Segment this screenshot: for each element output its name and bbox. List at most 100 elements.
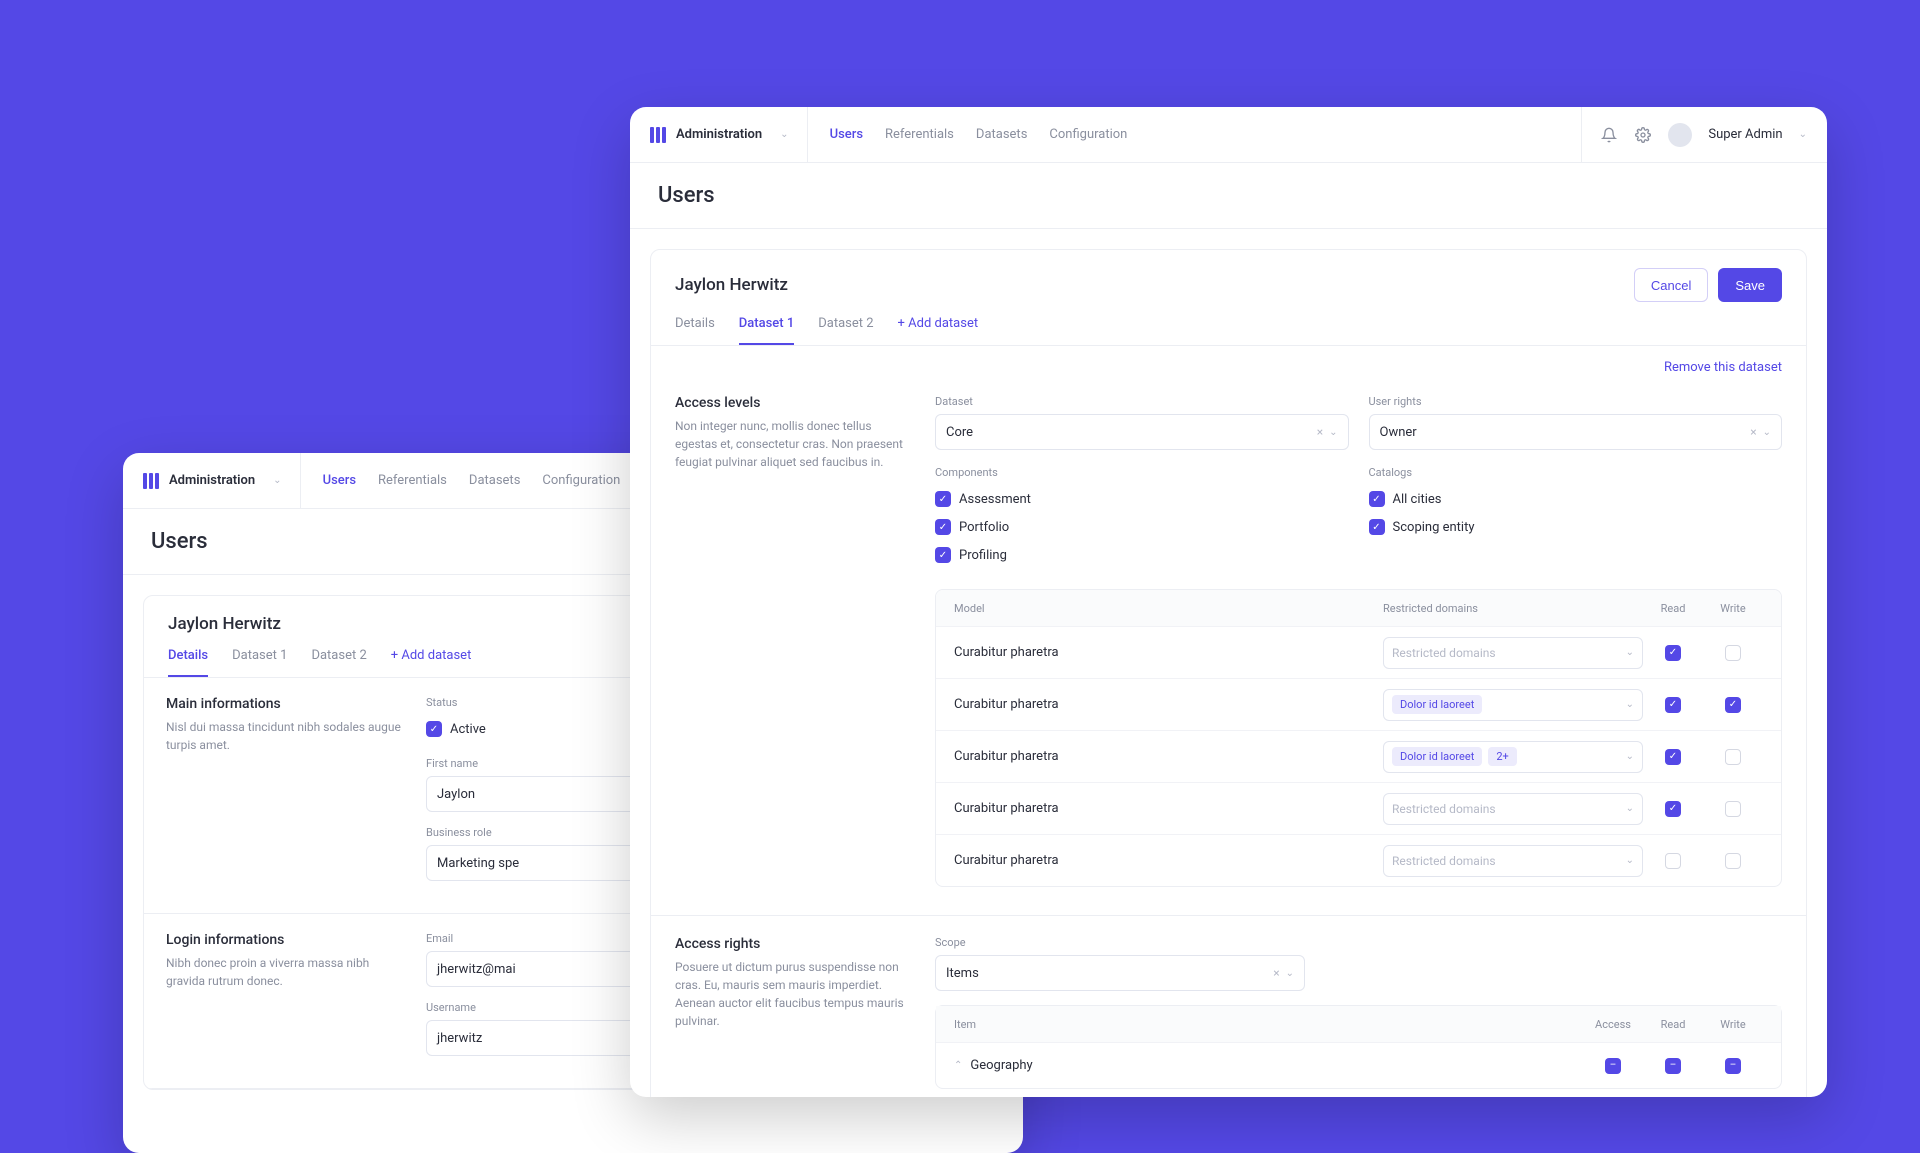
nav-configuration[interactable]: Configuration bbox=[542, 473, 620, 488]
section-desc: Non integer nunc, mollis donec tellus eg… bbox=[675, 417, 911, 471]
placeholder: Restricted domains bbox=[1392, 646, 1496, 660]
tabs: Details Dataset 1 Dataset 2 + Add datase… bbox=[651, 302, 1806, 346]
placeholder: Restricted domains bbox=[1392, 802, 1496, 816]
check-icon: ✓ bbox=[935, 547, 951, 563]
read-check[interactable]: ✓ bbox=[1665, 853, 1681, 869]
read-check[interactable]: ✓ bbox=[1665, 801, 1681, 817]
expand-icon[interactable]: ⌃ bbox=[954, 1060, 962, 1071]
chevron-down-icon: ⌄ bbox=[1626, 855, 1634, 866]
write-check[interactable]: ✓ bbox=[1725, 749, 1741, 765]
component-check[interactable]: ✓Portfolio bbox=[935, 513, 1349, 541]
th-read: Read bbox=[1643, 1018, 1703, 1031]
write-check[interactable]: – bbox=[1725, 1058, 1741, 1074]
chevron-down-icon: ⌄ bbox=[780, 129, 788, 140]
rights-select[interactable]: Owner × ⌄ bbox=[1369, 414, 1783, 450]
tab-add[interactable]: + Add dataset bbox=[898, 316, 979, 345]
save-button[interactable]: Save bbox=[1718, 268, 1782, 302]
dataset-value: Core bbox=[946, 425, 973, 440]
bell-icon[interactable] bbox=[1600, 126, 1618, 144]
card-title: Jaylon Herwitz bbox=[675, 275, 788, 295]
read-check[interactable]: ✓ bbox=[1665, 645, 1681, 661]
cancel-button[interactable]: Cancel bbox=[1634, 268, 1708, 302]
tab-dataset1[interactable]: Dataset 1 bbox=[232, 648, 287, 677]
tab-dataset2[interactable]: Dataset 2 bbox=[818, 316, 873, 345]
section-title: Login informations bbox=[166, 932, 406, 948]
check-icon: ✓ bbox=[426, 721, 442, 737]
brand[interactable]: Administration ⌄ bbox=[650, 107, 808, 162]
logo-icon bbox=[650, 127, 666, 143]
clear-icon[interactable]: × bbox=[1267, 966, 1285, 980]
tab-dataset2[interactable]: Dataset 2 bbox=[311, 648, 366, 677]
nav-users[interactable]: Users bbox=[830, 127, 863, 142]
tab-dataset1[interactable]: Dataset 1 bbox=[739, 316, 794, 345]
write-check[interactable]: ✓ bbox=[1725, 801, 1741, 817]
access-check[interactable]: – bbox=[1605, 1058, 1621, 1074]
restricted-domains-input[interactable]: Dolor id laoreet ⌄ bbox=[1383, 689, 1643, 721]
rights-label: User rights bbox=[1369, 395, 1783, 408]
tab-details[interactable]: Details bbox=[675, 316, 715, 345]
dataset-select[interactable]: Core × ⌄ bbox=[935, 414, 1349, 450]
catalog-check[interactable]: ✓Scoping entity bbox=[1369, 513, 1783, 541]
table-row: Curabitur pharetraRestricted domains⌄✓✓ bbox=[936, 834, 1781, 886]
avatar[interactable] bbox=[1668, 123, 1692, 147]
tab-add[interactable]: + Add dataset bbox=[391, 648, 472, 677]
window-dataset: Administration ⌄ Users Referentials Data… bbox=[630, 107, 1827, 1097]
brand-label: Administration bbox=[676, 127, 762, 142]
domain-tag[interactable]: 2+ bbox=[1488, 747, 1516, 766]
clear-icon[interactable]: × bbox=[1311, 425, 1329, 439]
chevron-down-icon: ⌄ bbox=[1626, 699, 1634, 710]
tab-details[interactable]: Details bbox=[168, 648, 208, 677]
remove-dataset-link[interactable]: Remove this dataset bbox=[1664, 360, 1782, 375]
th-read: Read bbox=[1643, 602, 1703, 615]
chevron-down-icon: ⌄ bbox=[1626, 647, 1634, 658]
clear-icon[interactable]: × bbox=[1744, 425, 1762, 439]
check-icon: ✓ bbox=[935, 491, 951, 507]
access-rights-section: Access rights Posuere ut dictum purus su… bbox=[651, 916, 1806, 1097]
brand[interactable]: Administration ⌄ bbox=[143, 453, 301, 508]
scope-label: Scope bbox=[935, 936, 1305, 949]
restricted-domains-input[interactable]: Restricted domains⌄ bbox=[1383, 793, 1643, 825]
nav-datasets[interactable]: Datasets bbox=[976, 127, 1028, 142]
section-desc: Posuere ut dictum purus suspendisse non … bbox=[675, 958, 911, 1030]
scope-select[interactable]: Items × ⌄ bbox=[935, 955, 1305, 991]
write-check[interactable]: ✓ bbox=[1725, 645, 1741, 661]
item-table: Item Access Read Write ⌃ Geography – – – bbox=[935, 1005, 1782, 1089]
component-check[interactable]: ✓Profiling bbox=[935, 541, 1349, 569]
nav-referentials[interactable]: Referentials bbox=[885, 127, 954, 142]
check-icon: ✓ bbox=[1369, 491, 1385, 507]
chevron-down-icon: ⌄ bbox=[1763, 427, 1771, 438]
nav-configuration[interactable]: Configuration bbox=[1049, 127, 1127, 142]
chevron-down-icon: ⌄ bbox=[1286, 968, 1294, 979]
section-desc: Nisl dui massa tincidunt nibh sodales au… bbox=[166, 718, 406, 754]
chevron-down-icon[interactable]: ⌄ bbox=[1799, 129, 1807, 140]
write-check[interactable]: ✓ bbox=[1725, 697, 1741, 713]
domain-tag[interactable]: Dolor id laoreet bbox=[1392, 747, 1482, 766]
write-check[interactable]: ✓ bbox=[1725, 853, 1741, 869]
model-cell: Curabitur pharetra bbox=[954, 749, 1383, 764]
remove-row: Remove this dataset bbox=[651, 346, 1806, 375]
th-access: Access bbox=[1583, 1018, 1643, 1031]
gear-icon[interactable] bbox=[1634, 126, 1652, 144]
restricted-domains-input[interactable]: Restricted domains⌄ bbox=[1383, 845, 1643, 877]
catalog-check[interactable]: ✓All cities bbox=[1369, 485, 1783, 513]
th-write: Write bbox=[1703, 1018, 1763, 1031]
model-cell: Curabitur pharetra bbox=[954, 645, 1383, 660]
nav-users[interactable]: Users bbox=[323, 473, 356, 488]
table-row: Curabitur pharetraDolor id laoreet⌄✓✓ bbox=[936, 678, 1781, 730]
nav-datasets[interactable]: Datasets bbox=[469, 473, 521, 488]
restricted-domains-input[interactable]: Restricted domains ⌄ bbox=[1383, 637, 1643, 669]
table-header: Model Restricted domains Read Write bbox=[936, 590, 1781, 626]
rights-value: Owner bbox=[1380, 425, 1417, 440]
component-check[interactable]: ✓Assessment bbox=[935, 485, 1349, 513]
chevron-down-icon: ⌄ bbox=[1626, 751, 1634, 762]
read-check[interactable]: ✓ bbox=[1665, 749, 1681, 765]
read-check[interactable]: – bbox=[1665, 1058, 1681, 1074]
read-check[interactable]: ✓ bbox=[1665, 697, 1681, 713]
nav-referentials[interactable]: Referentials bbox=[378, 473, 447, 488]
restricted-domains-input[interactable]: Dolor id laoreet 2+ ⌄ bbox=[1383, 741, 1643, 773]
th-restricted: Restricted domains bbox=[1383, 602, 1643, 615]
section-title: Access levels bbox=[675, 395, 911, 411]
item-row: ⌃ Geography – – – bbox=[936, 1042, 1781, 1088]
domain-tag[interactable]: Dolor id laoreet bbox=[1392, 695, 1482, 714]
status-value: Active bbox=[450, 722, 486, 737]
